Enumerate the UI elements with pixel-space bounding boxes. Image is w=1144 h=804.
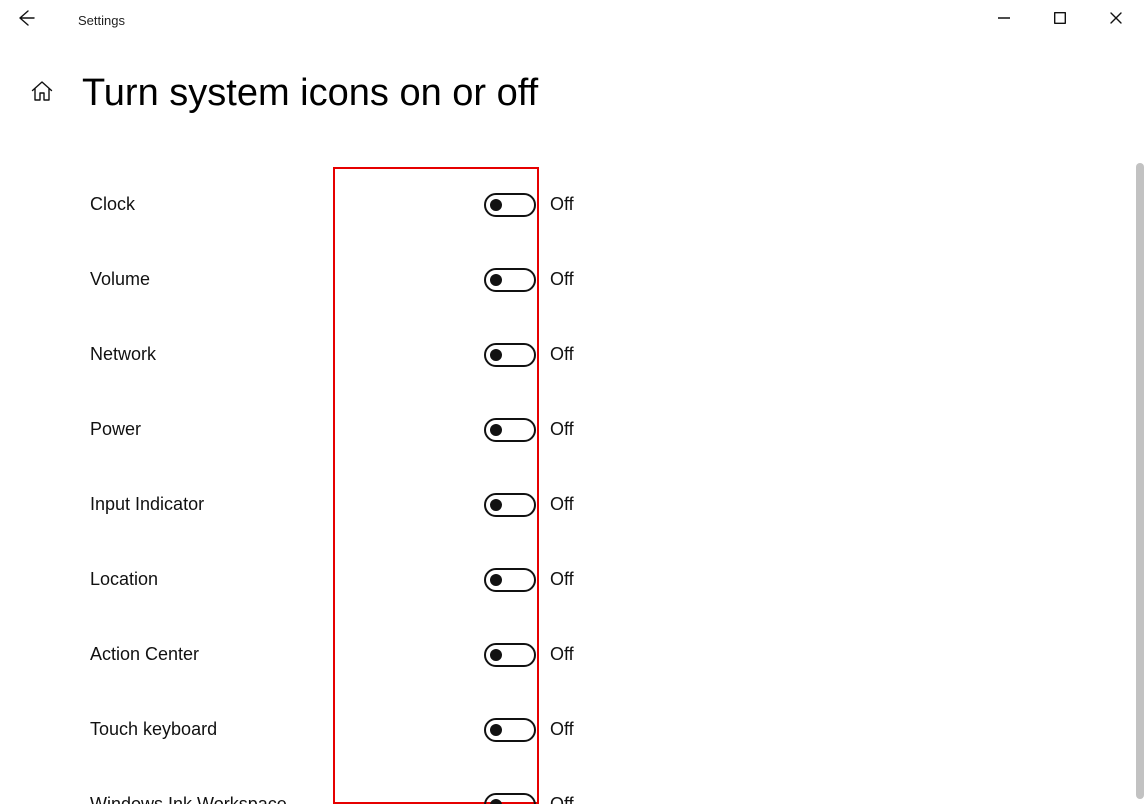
toggle-label: Action Center bbox=[0, 644, 390, 665]
content: Clock Off Volume Off Network Off Power O… bbox=[0, 167, 1144, 804]
titlebar: Settings bbox=[0, 0, 1144, 40]
window-controls bbox=[976, 0, 1144, 40]
maximize-icon bbox=[1054, 11, 1066, 29]
toggle-label: Clock bbox=[0, 194, 390, 215]
close-icon bbox=[1110, 11, 1122, 29]
toggle-label: Input Indicator bbox=[0, 494, 390, 515]
toggle-label: Volume bbox=[0, 269, 390, 290]
toggle-row-location: Location Off bbox=[0, 542, 1144, 617]
toggle-label: Windows Ink Workspace bbox=[0, 794, 390, 804]
toggle-row-power: Power Off bbox=[0, 392, 1144, 467]
toggle-state: Off bbox=[550, 644, 574, 665]
close-button[interactable] bbox=[1088, 0, 1144, 40]
toggle-row-windows-ink-workspace: Windows Ink Workspace Off bbox=[0, 767, 1144, 804]
toggle-label: Network bbox=[0, 344, 390, 365]
toggle-state: Off bbox=[550, 719, 574, 740]
toggle-row-action-center: Action Center Off bbox=[0, 617, 1144, 692]
toggle-switch-input-indicator[interactable] bbox=[484, 493, 536, 517]
app-title: Settings bbox=[52, 13, 125, 28]
toggle-state: Off bbox=[550, 794, 574, 804]
toggle-label: Location bbox=[0, 569, 390, 590]
toggle-switch-location[interactable] bbox=[484, 568, 536, 592]
toggle-state: Off bbox=[550, 344, 574, 365]
toggle-row-network: Network Off bbox=[0, 317, 1144, 392]
toggle-state: Off bbox=[550, 269, 574, 290]
toggle-state: Off bbox=[550, 419, 574, 440]
toggle-state: Off bbox=[550, 569, 574, 590]
toggle-switch-power[interactable] bbox=[484, 418, 536, 442]
toggle-switch-volume[interactable] bbox=[484, 268, 536, 292]
toggle-row-clock: Clock Off bbox=[0, 167, 1144, 242]
home-icon bbox=[30, 79, 54, 108]
toggle-row-volume: Volume Off bbox=[0, 242, 1144, 317]
toggle-label: Power bbox=[0, 419, 390, 440]
toggle-label: Touch keyboard bbox=[0, 719, 390, 740]
toggle-row-input-indicator: Input Indicator Off bbox=[0, 467, 1144, 542]
arrow-left-icon bbox=[17, 9, 35, 32]
toggle-state: Off bbox=[550, 494, 574, 515]
toggle-state: Off bbox=[550, 194, 574, 215]
toggle-switch-clock[interactable] bbox=[484, 193, 536, 217]
toggle-switch-network[interactable] bbox=[484, 343, 536, 367]
minimize-icon bbox=[998, 11, 1010, 29]
back-button[interactable] bbox=[0, 0, 52, 40]
minimize-button[interactable] bbox=[976, 0, 1032, 40]
toggle-row-touch-keyboard: Touch keyboard Off bbox=[0, 692, 1144, 767]
page-header: Turn system icons on or off bbox=[0, 40, 1144, 115]
page-heading: Turn system icons on or off bbox=[82, 72, 538, 115]
toggle-switch-windows-ink-workspace[interactable] bbox=[484, 793, 536, 804]
toggle-switch-touch-keyboard[interactable] bbox=[484, 718, 536, 742]
maximize-button[interactable] bbox=[1032, 0, 1088, 40]
toggle-switch-action-center[interactable] bbox=[484, 643, 536, 667]
home-button[interactable] bbox=[28, 80, 56, 108]
scrollbar-thumb[interactable] bbox=[1136, 163, 1144, 799]
